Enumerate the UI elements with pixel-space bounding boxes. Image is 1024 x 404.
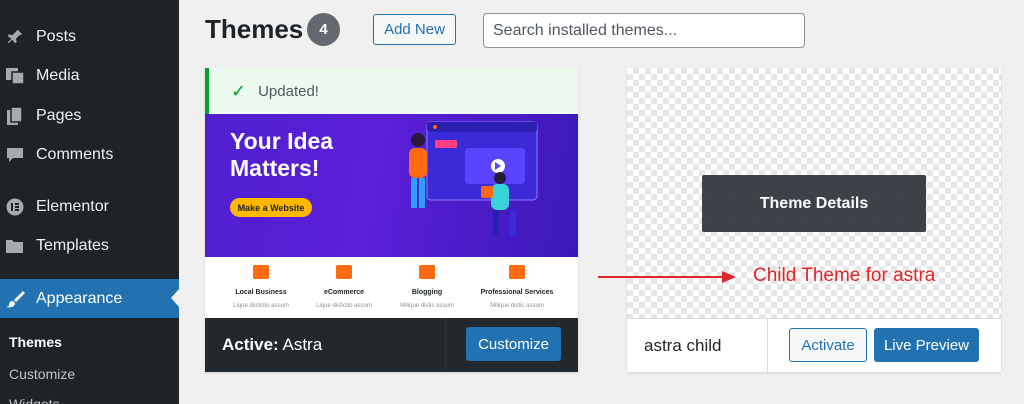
elementor-icon — [5, 197, 25, 217]
search-themes-input[interactable] — [483, 13, 805, 48]
folder-icon — [5, 236, 25, 256]
live-preview-button[interactable]: Live Preview — [874, 328, 979, 362]
footer-divider — [445, 318, 446, 372]
annotation-text: Child Theme for astra — [753, 265, 936, 286]
active-theme-name: Astra — [282, 335, 323, 354]
active-theme-label: Active: Astra — [222, 335, 322, 355]
service-item: Professional Services Milique distic ass… — [473, 265, 561, 309]
service-name: eCommerce — [323, 289, 365, 296]
pencil-icon — [419, 265, 435, 279]
sidebar-item-label: Pages — [36, 107, 82, 124]
theme-details-button[interactable]: Theme Details — [702, 175, 926, 232]
service-item: Blogging Milique distic assum — [383, 265, 471, 309]
sidebar-item-elementor[interactable]: Elementor — [0, 188, 179, 226]
theme-screenshot: Your Idea Matters! Make a Website Local … — [205, 114, 578, 318]
service-item: Local Business Lique distictio assum — [217, 265, 305, 309]
sidebar-item-label: Comments — [36, 146, 114, 163]
service-desc: Milique distic assum — [400, 303, 454, 309]
service-desc: Milique distic assum — [490, 303, 544, 309]
submenu-customize[interactable]: Customize — [9, 366, 75, 382]
service-name: Local Business — [235, 289, 287, 296]
active-prefix: Active: — [222, 335, 279, 354]
sidebar-item-label: Templates — [36, 237, 109, 254]
service-name: Professional Services — [480, 289, 554, 296]
service-item: eCommerce Lique distictio assum — [300, 265, 388, 309]
service-name: Blogging — [411, 289, 443, 296]
add-new-button[interactable]: Add New — [373, 14, 456, 45]
page-title: Themes — [205, 14, 304, 44]
service-desc: Lique distictio assum — [233, 303, 289, 309]
updated-notice: ✓ Updated! — [205, 68, 578, 114]
screenshot-hero-title: Your Idea Matters! — [230, 128, 334, 181]
theme-footer-astra: Active: Astra Customize — [205, 318, 578, 372]
sidebar-item-pages[interactable]: Pages — [0, 97, 179, 135]
screenshot-services: Local Business Lique distictio assum eCo… — [205, 257, 578, 318]
pages-icon — [5, 106, 25, 126]
customize-button[interactable]: Customize — [466, 327, 561, 361]
comment-icon — [5, 145, 25, 165]
submenu-themes[interactable]: Themes — [9, 334, 62, 350]
sidebar-item-posts[interactable]: Posts — [0, 18, 179, 56]
checkmark-icon: ✓ — [231, 80, 247, 101]
admin-sidebar: Posts Media Pages Comments Elementor Tem… — [0, 0, 179, 404]
annotation-arrow-icon — [598, 271, 736, 283]
sidebar-item-label: Media — [36, 67, 80, 84]
service-desc: Lique distictio assum — [316, 303, 372, 309]
theme-card-astra-child[interactable]: Theme Details astra child Activate Live … — [627, 68, 1001, 372]
hero-illustration — [409, 121, 538, 236]
theme-card-astra[interactable]: ✓ Updated! Your Idea Matters! Make a Web… — [205, 68, 578, 372]
cart-icon — [336, 265, 352, 279]
notice-text: Updated! — [258, 82, 319, 100]
child-theme-name: astra child — [644, 336, 722, 355]
screenshot-hero-button: Make a Website — [230, 198, 312, 217]
activate-button[interactable]: Activate — [789, 328, 867, 362]
sidebar-item-label: Elementor — [36, 198, 109, 215]
sidebar-item-appearance[interactable]: Appearance — [0, 279, 179, 318]
sidebar-item-templates[interactable]: Templates — [0, 227, 179, 265]
screenshot-hero: Your Idea Matters! Make a Website — [205, 114, 578, 257]
sidebar-item-label: Appearance — [36, 289, 123, 307]
footer-divider — [767, 319, 768, 372]
paintbrush-icon — [5, 289, 25, 309]
sidebar-item-comments[interactable]: Comments — [0, 136, 179, 174]
store-icon — [253, 265, 269, 279]
theme-count-badge: 4 — [307, 13, 340, 46]
sidebar-item-label: Posts — [36, 28, 77, 45]
sidebar-item-media[interactable]: Media — [0, 57, 179, 95]
theme-footer-child: astra child Activate Live Preview — [627, 318, 1001, 372]
pin-icon — [5, 27, 25, 47]
submenu-widgets[interactable]: Widgets — [9, 396, 60, 404]
person-icon — [509, 265, 525, 279]
media-icon — [5, 66, 25, 86]
